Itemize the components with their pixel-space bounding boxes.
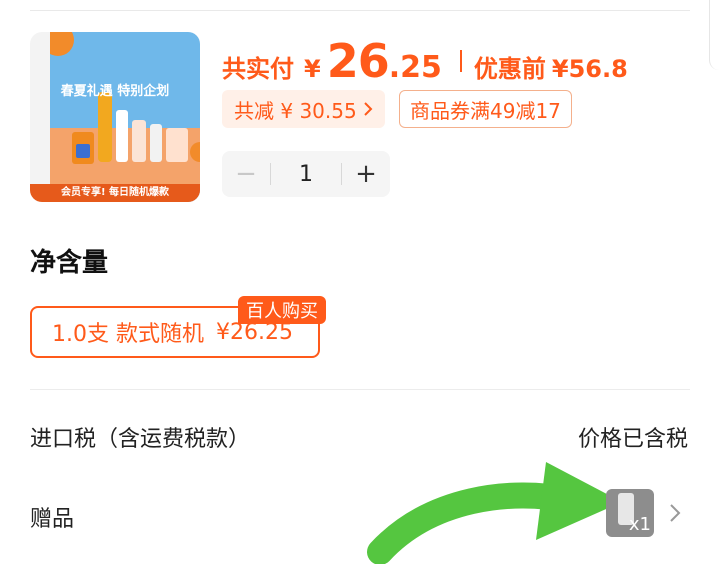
price-separator	[459, 50, 462, 72]
product-artwork	[50, 32, 200, 202]
quantity-stepper: − 1 +	[222, 151, 390, 197]
product-image[interactable]: 春夏礼遇 特别企划 会员专享! 每日随机爆款	[30, 32, 200, 202]
coupon-chip[interactable]: 商品券满49减17	[399, 90, 572, 128]
price-integer: 26	[326, 34, 390, 88]
discount-detail-chip[interactable]: 共减 ¥ 30.55	[222, 90, 385, 128]
popular-badge: 百人购买	[238, 296, 326, 324]
discount-text: 共减 ¥ 30.55	[234, 98, 357, 123]
gift-thumbnail[interactable]: x1	[606, 489, 654, 537]
product-image-caption: 春夏礼遇 特别企划	[60, 84, 170, 99]
spec-title: 净含量	[30, 248, 109, 278]
gift-count: x1	[628, 514, 651, 535]
price-decimal: .25	[388, 50, 442, 85]
section-divider	[30, 389, 690, 390]
gift-label: 赠品	[30, 507, 75, 532]
chevron-right-icon	[363, 102, 373, 116]
original-price: ¥56.8	[551, 55, 628, 83]
coupon-text: 商品券满49减17	[410, 98, 561, 123]
import-tax-label: 进口税（含运费税款）	[30, 427, 251, 452]
currency-symbol: ¥	[304, 55, 321, 83]
arrow-right-icon	[367, 462, 622, 564]
order-confirm-panel: 春夏礼遇 特别企划 会员专享! 每日随机爆款 共实付 ¥ 26 .25 优惠前 …	[0, 0, 720, 564]
original-price-label: 优惠前	[473, 55, 546, 83]
total-paid-label: 共实付	[222, 55, 294, 83]
price-summary: 共实付 ¥ 26 .25 优惠前 ¥56.8	[222, 34, 628, 88]
adjacent-card-edge	[709, 0, 720, 70]
spec-option-label: 1.0支 款式随机	[52, 322, 204, 347]
spec-option-selected[interactable]: 1.0支 款式随机 ¥26.25 百人购买	[30, 296, 326, 358]
product-image-banner: 会员专享! 每日随机爆款	[30, 184, 200, 202]
top-divider	[30, 10, 690, 11]
increase-button[interactable]: +	[342, 151, 390, 197]
decrease-button[interactable]: −	[222, 151, 270, 197]
chevron-right-icon[interactable]	[666, 500, 684, 526]
quantity-value[interactable]: 1	[270, 162, 342, 187]
